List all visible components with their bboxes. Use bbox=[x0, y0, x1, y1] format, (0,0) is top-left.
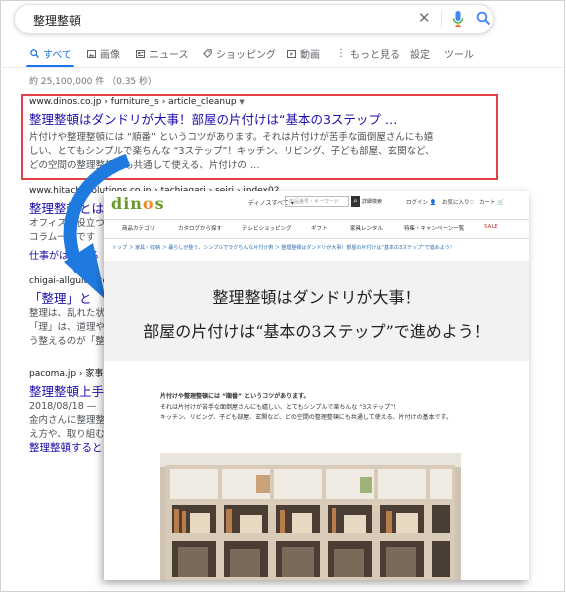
site-nav-sale[interactable]: SALE bbox=[484, 224, 498, 230]
site-cart[interactable]: カート 🛒 bbox=[479, 198, 504, 206]
site-search-input[interactable]: 商品番号・キーワード bbox=[285, 196, 349, 207]
article-title-line2: 部屋の片付けは“基本の3ステップ”で進めよう！ bbox=[143, 322, 490, 341]
site-nav-item[interactable]: 商品カテゴリ bbox=[122, 224, 155, 232]
cart-icon: 🛒 bbox=[497, 200, 505, 206]
website-screenshot: dinos ディノスすべて ▾ 商品番号・キーワード ⌕ 詳細検索 ログイン 👤… bbox=[104, 191, 529, 580]
heart-icon: ♡ bbox=[469, 200, 475, 206]
bookshelf-photo bbox=[160, 453, 461, 580]
article-lead: それは片付けが苦手な面倒屋さんにも嬉しい、とてもシンプルで楽ちんな “3ステップ… bbox=[160, 404, 400, 411]
search-icon[interactable]: ⌕ bbox=[351, 196, 360, 207]
site-login[interactable]: ログイン 👤 bbox=[406, 198, 437, 206]
article-lead-bold: 片付けや整理整頓には “順番” というコツがあります。 bbox=[160, 393, 310, 400]
site-nav: 商品カテゴリ カタログから探す テレビショッピング ギフト 家具レンタル 特集・… bbox=[104, 219, 529, 239]
article-hero: 整理整頓はダンドリが大事！ 部屋の片付けは“基本の3ステップ”で進めよう！ bbox=[104, 261, 529, 361]
article-lead: キッチン、リビング、子ども部屋、玄関など、どの空間の整理整頓にも共通して使える、… bbox=[160, 414, 452, 421]
site-favorites[interactable]: お気に入り♡ bbox=[442, 198, 474, 206]
article-title-line1: 整理整頓はダンドリが大事！ bbox=[212, 288, 421, 307]
site-nav-item[interactable]: テレビショッピング bbox=[242, 224, 292, 232]
breadcrumb[interactable]: トップ ＞ 家具・収納 ＞ 暮らしが整う、シンプルでラクちんな片付け術 ＞ 整理… bbox=[112, 244, 455, 251]
site-nav-item[interactable]: ギフト bbox=[311, 224, 328, 232]
site-nav-item[interactable]: 家具レンタル bbox=[350, 224, 383, 232]
site-detail-search[interactable]: 詳細検索 bbox=[362, 198, 382, 205]
site-nav-item[interactable]: 特集・キャンペーン一覧 bbox=[404, 224, 464, 232]
site-logo[interactable]: dinos bbox=[111, 194, 165, 213]
site-header: dinos ディノスすべて ▾ 商品番号・キーワード ⌕ 詳細検索 ログイン 👤… bbox=[104, 191, 529, 219]
user-icon: 👤 bbox=[429, 200, 437, 206]
site-nav-item[interactable]: カタログから探す bbox=[178, 224, 222, 232]
